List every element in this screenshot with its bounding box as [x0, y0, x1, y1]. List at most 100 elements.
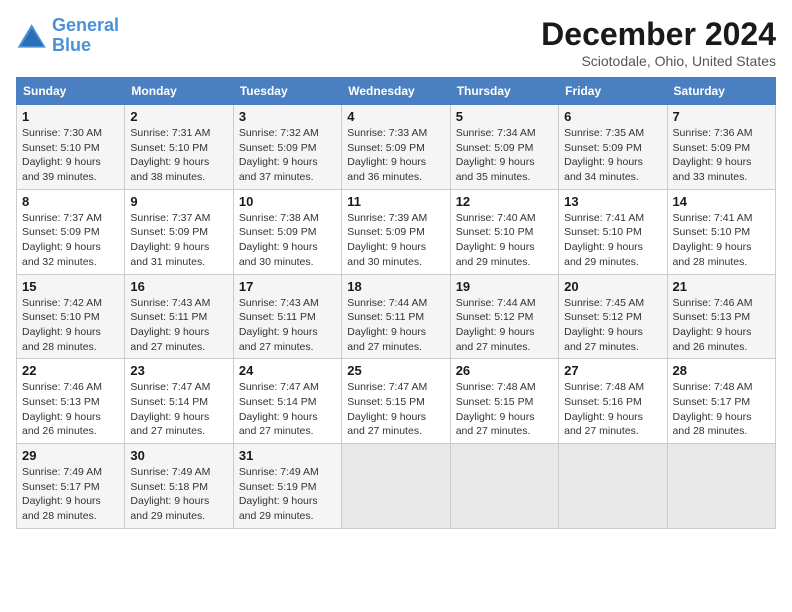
day-info: Sunrise: 7:47 AMSunset: 5:14 PMDaylight:… [130, 380, 227, 439]
day-info: Sunrise: 7:44 AMSunset: 5:11 PMDaylight:… [347, 296, 444, 355]
day-number: 9 [130, 194, 227, 209]
day-number: 20 [564, 279, 661, 294]
calendar-week-row: 8 Sunrise: 7:37 AMSunset: 5:09 PMDaylight… [17, 189, 776, 274]
day-number: 8 [22, 194, 119, 209]
calendar-cell: 4 Sunrise: 7:33 AMSunset: 5:09 PMDaylight… [342, 105, 450, 190]
day-number: 14 [673, 194, 770, 209]
day-info: Sunrise: 7:49 AMSunset: 5:18 PMDaylight:… [130, 465, 227, 524]
calendar-cell: 23 Sunrise: 7:47 AMSunset: 5:14 PMDayligh… [125, 359, 233, 444]
day-info: Sunrise: 7:33 AMSunset: 5:09 PMDaylight:… [347, 126, 444, 185]
day-number: 12 [456, 194, 553, 209]
day-number: 16 [130, 279, 227, 294]
day-number: 6 [564, 109, 661, 124]
calendar-cell: 17Sunrise: 7:43 AMSunset: 5:11 PMDayligh… [233, 274, 341, 359]
calendar-cell: 8 Sunrise: 7:37 AMSunset: 5:09 PMDaylight… [17, 189, 125, 274]
day-info: Sunrise: 7:30 AMSunset: 5:10 PMDaylight:… [22, 126, 119, 185]
weekday-header: Friday [559, 78, 667, 105]
calendar-cell [559, 444, 667, 529]
calendar-table: SundayMondayTuesdayWednesdayThursdayFrid… [16, 77, 776, 529]
calendar-header-row: SundayMondayTuesdayWednesdayThursdayFrid… [17, 78, 776, 105]
calendar-cell: 24 Sunrise: 7:47 AMSunset: 5:14 PMDayligh… [233, 359, 341, 444]
calendar-cell: 20 Sunrise: 7:45 AMSunset: 5:12 PMDayligh… [559, 274, 667, 359]
location: Sciotodale, Ohio, United States [541, 53, 776, 69]
calendar-cell: 28 Sunrise: 7:48 AMSunset: 5:17 PMDayligh… [667, 359, 775, 444]
calendar-cell: 7Sunrise: 7:36 AMSunset: 5:09 PMDaylight… [667, 105, 775, 190]
calendar-cell: 29Sunrise: 7:49 AMSunset: 5:17 PMDayligh… [17, 444, 125, 529]
weekday-header: Sunday [17, 78, 125, 105]
calendar-week-row: 22 Sunrise: 7:46 AMSunset: 5:13 PMDayligh… [17, 359, 776, 444]
day-info: Sunrise: 7:44 AMSunset: 5:12 PMDaylight:… [456, 296, 553, 355]
calendar-cell: 27 Sunrise: 7:48 AMSunset: 5:16 PMDayligh… [559, 359, 667, 444]
day-info: Sunrise: 7:35 AMSunset: 5:09 PMDaylight:… [564, 126, 661, 185]
page-header: General Blue December 2024 Sciotodale, O… [16, 16, 776, 69]
day-number: 19 [456, 279, 553, 294]
day-number: 4 [347, 109, 444, 124]
calendar-cell: 14 Sunrise: 7:41 AMSunset: 5:10 PMDayligh… [667, 189, 775, 274]
day-number: 10 [239, 194, 336, 209]
calendar-week-row: 29Sunrise: 7:49 AMSunset: 5:17 PMDayligh… [17, 444, 776, 529]
day-info: Sunrise: 7:48 AMSunset: 5:15 PMDaylight:… [456, 380, 553, 439]
weekday-header: Tuesday [233, 78, 341, 105]
calendar-cell: 6 Sunrise: 7:35 AMSunset: 5:09 PMDaylight… [559, 105, 667, 190]
calendar-cell: 16 Sunrise: 7:43 AMSunset: 5:11 PMDayligh… [125, 274, 233, 359]
day-number: 30 [130, 448, 227, 463]
weekday-header: Thursday [450, 78, 558, 105]
calendar-cell: 10 Sunrise: 7:38 AMSunset: 5:09 PMDayligh… [233, 189, 341, 274]
month-title: December 2024 [541, 16, 776, 53]
weekday-header: Saturday [667, 78, 775, 105]
day-info: Sunrise: 7:38 AMSunset: 5:09 PMDaylight:… [239, 211, 336, 270]
day-info: Sunrise: 7:32 AMSunset: 5:09 PMDaylight:… [239, 126, 336, 185]
day-info: Sunrise: 7:37 AMSunset: 5:09 PMDaylight:… [22, 211, 119, 270]
day-number: 28 [673, 363, 770, 378]
calendar-cell: 26 Sunrise: 7:48 AMSunset: 5:15 PMDayligh… [450, 359, 558, 444]
day-info: Sunrise: 7:46 AMSunset: 5:13 PMDaylight:… [673, 296, 770, 355]
title-block: December 2024 Sciotodale, Ohio, United S… [541, 16, 776, 69]
day-number: 22 [22, 363, 119, 378]
day-number: 23 [130, 363, 227, 378]
calendar-cell [667, 444, 775, 529]
calendar-cell: 31 Sunrise: 7:49 AMSunset: 5:19 PMDayligh… [233, 444, 341, 529]
day-info: Sunrise: 7:37 AMSunset: 5:09 PMDaylight:… [130, 211, 227, 270]
calendar-cell: 19 Sunrise: 7:44 AMSunset: 5:12 PMDayligh… [450, 274, 558, 359]
calendar-cell: 21 Sunrise: 7:46 AMSunset: 5:13 PMDayligh… [667, 274, 775, 359]
logo-text: General Blue [52, 16, 119, 56]
day-number: 24 [239, 363, 336, 378]
day-number: 21 [673, 279, 770, 294]
calendar-cell: 9 Sunrise: 7:37 AMSunset: 5:09 PMDaylight… [125, 189, 233, 274]
calendar-week-row: 15Sunrise: 7:42 AMSunset: 5:10 PMDayligh… [17, 274, 776, 359]
day-number: 5 [456, 109, 553, 124]
logo: General Blue [16, 16, 119, 56]
calendar-cell: 2Sunrise: 7:31 AMSunset: 5:10 PMDaylight… [125, 105, 233, 190]
day-info: Sunrise: 7:47 AMSunset: 5:15 PMDaylight:… [347, 380, 444, 439]
day-info: Sunrise: 7:47 AMSunset: 5:14 PMDaylight:… [239, 380, 336, 439]
calendar-cell: 1Sunrise: 7:30 AMSunset: 5:10 PMDaylight… [17, 105, 125, 190]
calendar-cell: 22 Sunrise: 7:46 AMSunset: 5:13 PMDayligh… [17, 359, 125, 444]
weekday-header: Wednesday [342, 78, 450, 105]
calendar-week-row: 1Sunrise: 7:30 AMSunset: 5:10 PMDaylight… [17, 105, 776, 190]
day-info: Sunrise: 7:41 AMSunset: 5:10 PMDaylight:… [673, 211, 770, 270]
day-number: 26 [456, 363, 553, 378]
day-number: 17 [239, 279, 336, 294]
day-info: Sunrise: 7:48 AMSunset: 5:17 PMDaylight:… [673, 380, 770, 439]
day-number: 25 [347, 363, 444, 378]
day-number: 18 [347, 279, 444, 294]
calendar-cell: 13Sunrise: 7:41 AMSunset: 5:10 PMDayligh… [559, 189, 667, 274]
calendar-cell: 5Sunrise: 7:34 AMSunset: 5:09 PMDaylight… [450, 105, 558, 190]
calendar-cell: 3Sunrise: 7:32 AMSunset: 5:09 PMDaylight… [233, 105, 341, 190]
logo-icon [16, 22, 48, 50]
day-info: Sunrise: 7:42 AMSunset: 5:10 PMDaylight:… [22, 296, 119, 355]
day-number: 7 [673, 109, 770, 124]
day-info: Sunrise: 7:49 AMSunset: 5:19 PMDaylight:… [239, 465, 336, 524]
day-number: 29 [22, 448, 119, 463]
day-number: 31 [239, 448, 336, 463]
day-info: Sunrise: 7:48 AMSunset: 5:16 PMDaylight:… [564, 380, 661, 439]
day-info: Sunrise: 7:39 AMSunset: 5:09 PMDaylight:… [347, 211, 444, 270]
day-info: Sunrise: 7:45 AMSunset: 5:12 PMDaylight:… [564, 296, 661, 355]
calendar-cell: 15Sunrise: 7:42 AMSunset: 5:10 PMDayligh… [17, 274, 125, 359]
day-info: Sunrise: 7:46 AMSunset: 5:13 PMDaylight:… [22, 380, 119, 439]
day-number: 27 [564, 363, 661, 378]
calendar-cell: 11Sunrise: 7:39 AMSunset: 5:09 PMDayligh… [342, 189, 450, 274]
calendar-cell [450, 444, 558, 529]
calendar-cell: 12Sunrise: 7:40 AMSunset: 5:10 PMDayligh… [450, 189, 558, 274]
day-info: Sunrise: 7:43 AMSunset: 5:11 PMDaylight:… [130, 296, 227, 355]
